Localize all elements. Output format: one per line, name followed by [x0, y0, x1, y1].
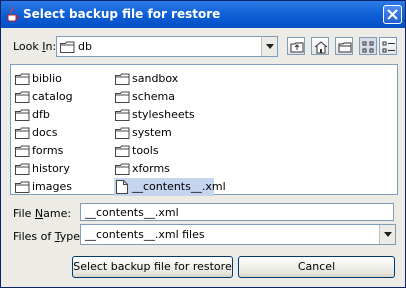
list-item[interactable]: sandbox	[115, 71, 215, 87]
new-folder-button[interactable]	[335, 37, 353, 55]
list-item[interactable]: dfb	[15, 107, 105, 123]
approve-button[interactable]: Select backup file for restore	[72, 256, 233, 278]
folder-icon	[115, 109, 130, 121]
folder-icon	[15, 163, 30, 175]
look-in-dropdown-button[interactable]	[261, 37, 277, 56]
file-chooser-dialog: Select backup file for restore Look In: …	[0, 0, 406, 288]
list-item-label: sandbox	[132, 72, 179, 85]
folder-icon	[15, 109, 30, 121]
list-item-label: stylesheets	[132, 108, 195, 121]
home-icon	[314, 41, 328, 54]
folder-icon	[15, 127, 30, 139]
look-in-label: Look In:	[13, 40, 57, 53]
list-item[interactable]: schema	[115, 89, 215, 105]
list-item[interactable]: biblio	[15, 71, 105, 87]
folder-icon	[60, 41, 75, 53]
list-item-label: forms	[32, 144, 64, 157]
list-item[interactable]: catalog	[15, 89, 105, 105]
folder-icon	[115, 127, 130, 139]
file-type-dropdown-button[interactable]	[379, 225, 395, 244]
list-item-label: schema	[132, 90, 175, 103]
list-item-label: biblio	[32, 72, 62, 85]
list-item-label: __contents__.xml	[132, 180, 226, 193]
list-item[interactable]: tools	[115, 143, 215, 159]
new-folder-icon	[338, 42, 352, 53]
list-item-label: history	[32, 162, 70, 175]
window-title: Select backup file for restore	[23, 7, 221, 21]
list-item-label: docs	[32, 126, 58, 139]
list-item[interactable]: forms	[15, 143, 105, 159]
java-cup-icon	[5, 6, 20, 22]
list-item[interactable]: docs	[15, 125, 105, 141]
folder-icon	[115, 73, 130, 85]
list-item-selected[interactable]: __contents__.xml	[114, 178, 226, 196]
cancel-button[interactable]: Cancel	[238, 256, 395, 278]
home-button[interactable]	[311, 37, 329, 55]
folder-icon	[15, 73, 30, 85]
look-in-value: db	[78, 40, 92, 53]
file-icon	[116, 180, 128, 194]
folder-icon	[15, 145, 30, 157]
file-list[interactable]: biblio catalog dfb docs forms history im…	[10, 64, 398, 196]
list-view-button[interactable]	[359, 37, 377, 55]
list-item-label: system	[132, 126, 172, 139]
details-view-icon	[382, 41, 395, 53]
chevron-down-icon	[266, 44, 274, 49]
folder-icon	[15, 91, 30, 103]
up-one-level-button[interactable]	[287, 37, 305, 55]
list-item[interactable]: system	[115, 125, 215, 141]
list-item[interactable]: history	[15, 161, 105, 177]
file-name-label: File Name:	[13, 207, 72, 220]
folder-icon	[15, 181, 30, 193]
file-type-value: __contents__.xml files	[85, 228, 205, 241]
list-item[interactable]: xforms	[115, 161, 215, 177]
close-button[interactable]	[383, 5, 402, 24]
folder-icon	[115, 91, 130, 103]
details-view-button[interactable]	[379, 37, 397, 55]
list-view-icon	[362, 41, 374, 53]
look-in-combo[interactable]: db	[56, 36, 278, 57]
list-item-label: dfb	[32, 108, 50, 121]
list-item-label: catalog	[32, 90, 73, 103]
title-bar[interactable]: Select backup file for restore	[1, 1, 405, 28]
list-item-label: tools	[132, 144, 159, 157]
up-one-level-icon	[290, 42, 304, 53]
file-type-combo[interactable]: __contents__.xml files	[80, 224, 396, 245]
folder-icon	[115, 163, 130, 175]
list-item-label: images	[32, 180, 72, 193]
list-item-label: xforms	[132, 162, 170, 175]
list-item[interactable]: stylesheets	[115, 107, 215, 123]
close-icon	[387, 9, 398, 20]
file-type-label: Files of Type:	[13, 230, 84, 243]
chevron-down-icon	[384, 232, 392, 237]
folder-icon	[115, 145, 130, 157]
list-item[interactable]: images	[15, 179, 105, 195]
file-name-field[interactable]: __contents__.xml	[80, 203, 394, 221]
